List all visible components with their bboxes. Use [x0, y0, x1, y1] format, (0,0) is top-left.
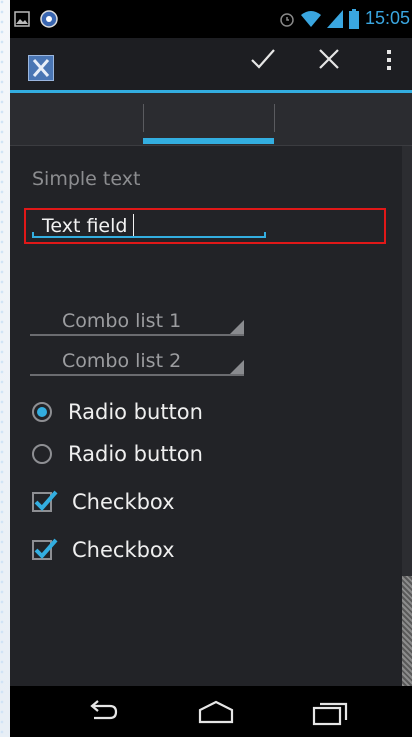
action-bar [10, 38, 412, 90]
text-field[interactable]: Text field [42, 214, 135, 237]
phone-screen: 15:05 Simple text Text field Combo list … [10, 0, 412, 737]
checkbox-2-label: Checkbox [72, 538, 175, 562]
checkbox-1[interactable]: Checkbox [32, 490, 175, 514]
status-bar: 15:05 [10, 0, 412, 38]
scrollbar[interactable] [402, 146, 412, 686]
radio-button-1[interactable]: Radio button [32, 400, 203, 424]
x-app-icon[interactable] [28, 55, 54, 81]
text-field-underline [32, 236, 266, 238]
navigation-bar [10, 686, 412, 737]
tab-separator [274, 104, 275, 132]
status-time: 15:05 [364, 8, 410, 28]
combo-underline [30, 334, 244, 336]
tab-separator [143, 104, 144, 132]
radio-button-2-label: Radio button [68, 442, 203, 466]
signal-icon [326, 9, 343, 28]
radio-selected-icon [32, 402, 52, 422]
home-icon[interactable] [196, 696, 236, 728]
combo-underline [30, 374, 244, 376]
recents-icon[interactable] [310, 696, 350, 728]
tab-3[interactable] [274, 93, 412, 146]
simple-text-label: Simple text [32, 168, 141, 190]
checkbox-2[interactable]: Checkbox [32, 538, 175, 562]
text-field-value: Text field [42, 215, 128, 237]
combo-list-1-label: Combo list 1 [62, 310, 182, 332]
dropdown-corner-icon [230, 320, 244, 334]
radio-button-1-label: Radio button [68, 400, 203, 424]
text-field-underline-right-tick [264, 232, 266, 238]
wifi-icon [300, 10, 321, 27]
checkbox-1-label: Checkbox [72, 490, 175, 514]
notification-badge-icon [40, 10, 58, 28]
text-cursor [133, 214, 135, 236]
scrollbar-thumb[interactable] [402, 576, 412, 686]
checkbox-checked-icon [32, 490, 58, 512]
overflow-menu-icon[interactable] [384, 48, 394, 72]
image-notification-icon [14, 11, 30, 27]
alarm-icon [280, 12, 294, 27]
radio-button-2[interactable]: Radio button [32, 442, 203, 466]
radio-unselected-icon [32, 444, 52, 464]
checkbox-checked-icon [32, 538, 58, 560]
tab-selected-indicator [143, 138, 274, 144]
combo-list-2[interactable]: Combo list 2 [30, 346, 244, 376]
text-field-underline-left-tick [32, 232, 34, 238]
combo-list-1[interactable]: Combo list 1 [30, 306, 244, 336]
tab-bar [10, 93, 412, 146]
check-icon[interactable] [248, 44, 278, 74]
tab-1[interactable] [10, 93, 143, 146]
combo-list-2-label: Combo list 2 [62, 350, 182, 372]
back-icon[interactable] [82, 696, 122, 728]
close-icon[interactable] [316, 46, 342, 72]
text-field-highlight: Text field [24, 208, 386, 244]
battery-icon [348, 8, 359, 29]
form-content: Simple text Text field Combo list 1 Comb… [10, 146, 402, 686]
dropdown-corner-icon [230, 360, 244, 374]
